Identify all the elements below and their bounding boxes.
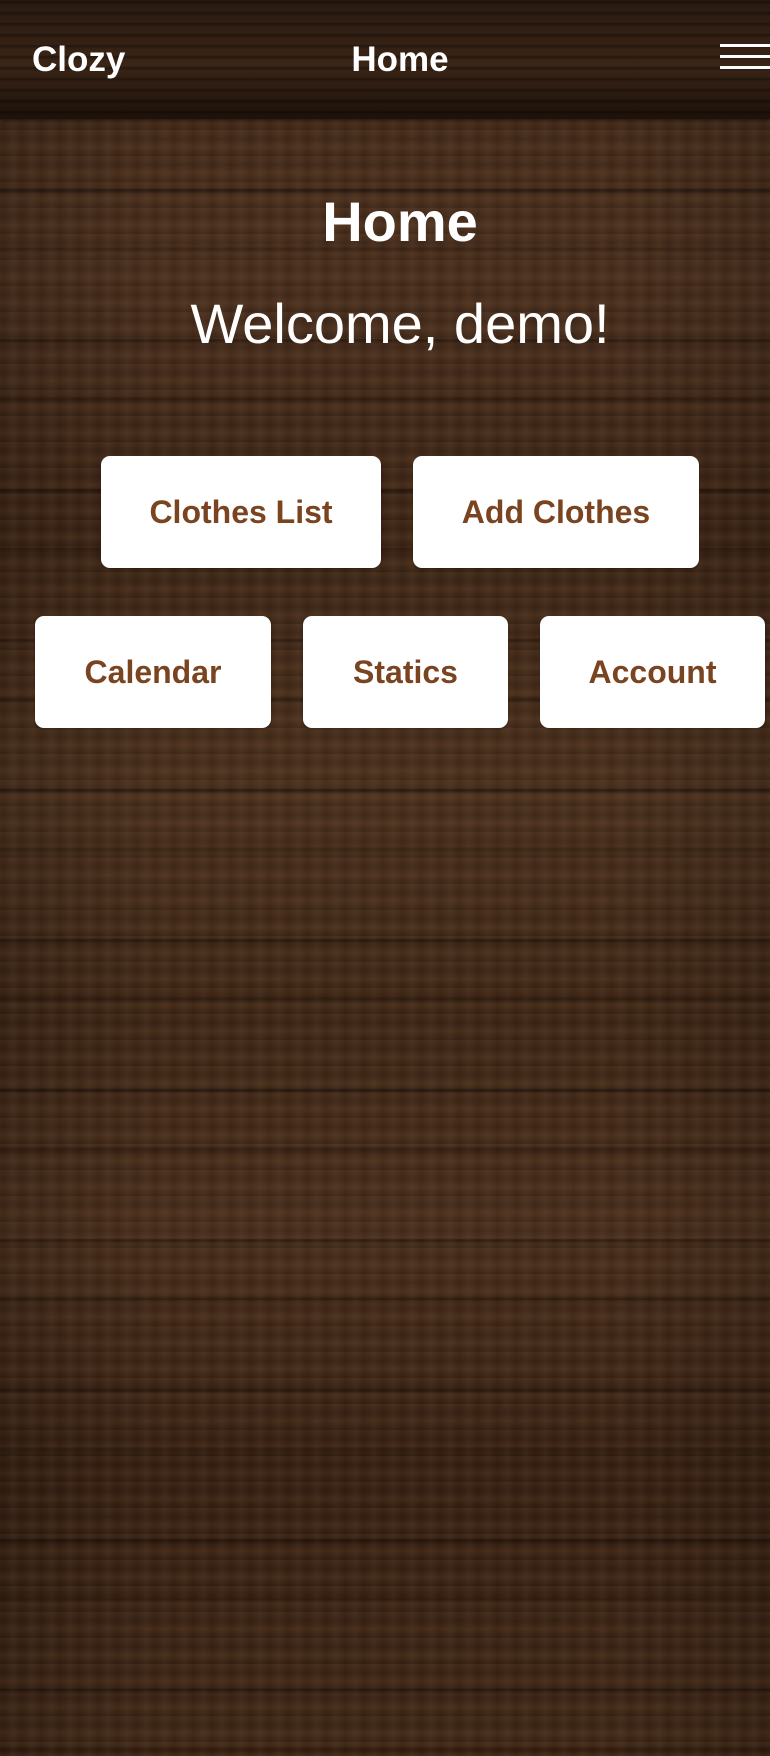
statics-button[interactable]: Statics — [303, 616, 508, 728]
wood-background — [0, 0, 770, 1756]
welcome-message: Welcome, demo! — [190, 292, 610, 355]
account-button[interactable]: Account — [540, 616, 765, 728]
page-title: Home — [322, 190, 478, 253]
hamburger-menu-icon[interactable] — [718, 40, 770, 76]
calendar-button[interactable]: Calendar — [35, 616, 271, 728]
menu-line — [720, 44, 770, 47]
add-clothes-button[interactable]: Add Clothes — [413, 456, 699, 568]
menu-line — [720, 66, 770, 69]
navbar: Clozy Home — [0, 0, 770, 119]
clothes-list-button[interactable]: Clothes List — [101, 456, 381, 568]
navbar-title: Home — [351, 40, 449, 79]
menu-line — [720, 55, 770, 58]
